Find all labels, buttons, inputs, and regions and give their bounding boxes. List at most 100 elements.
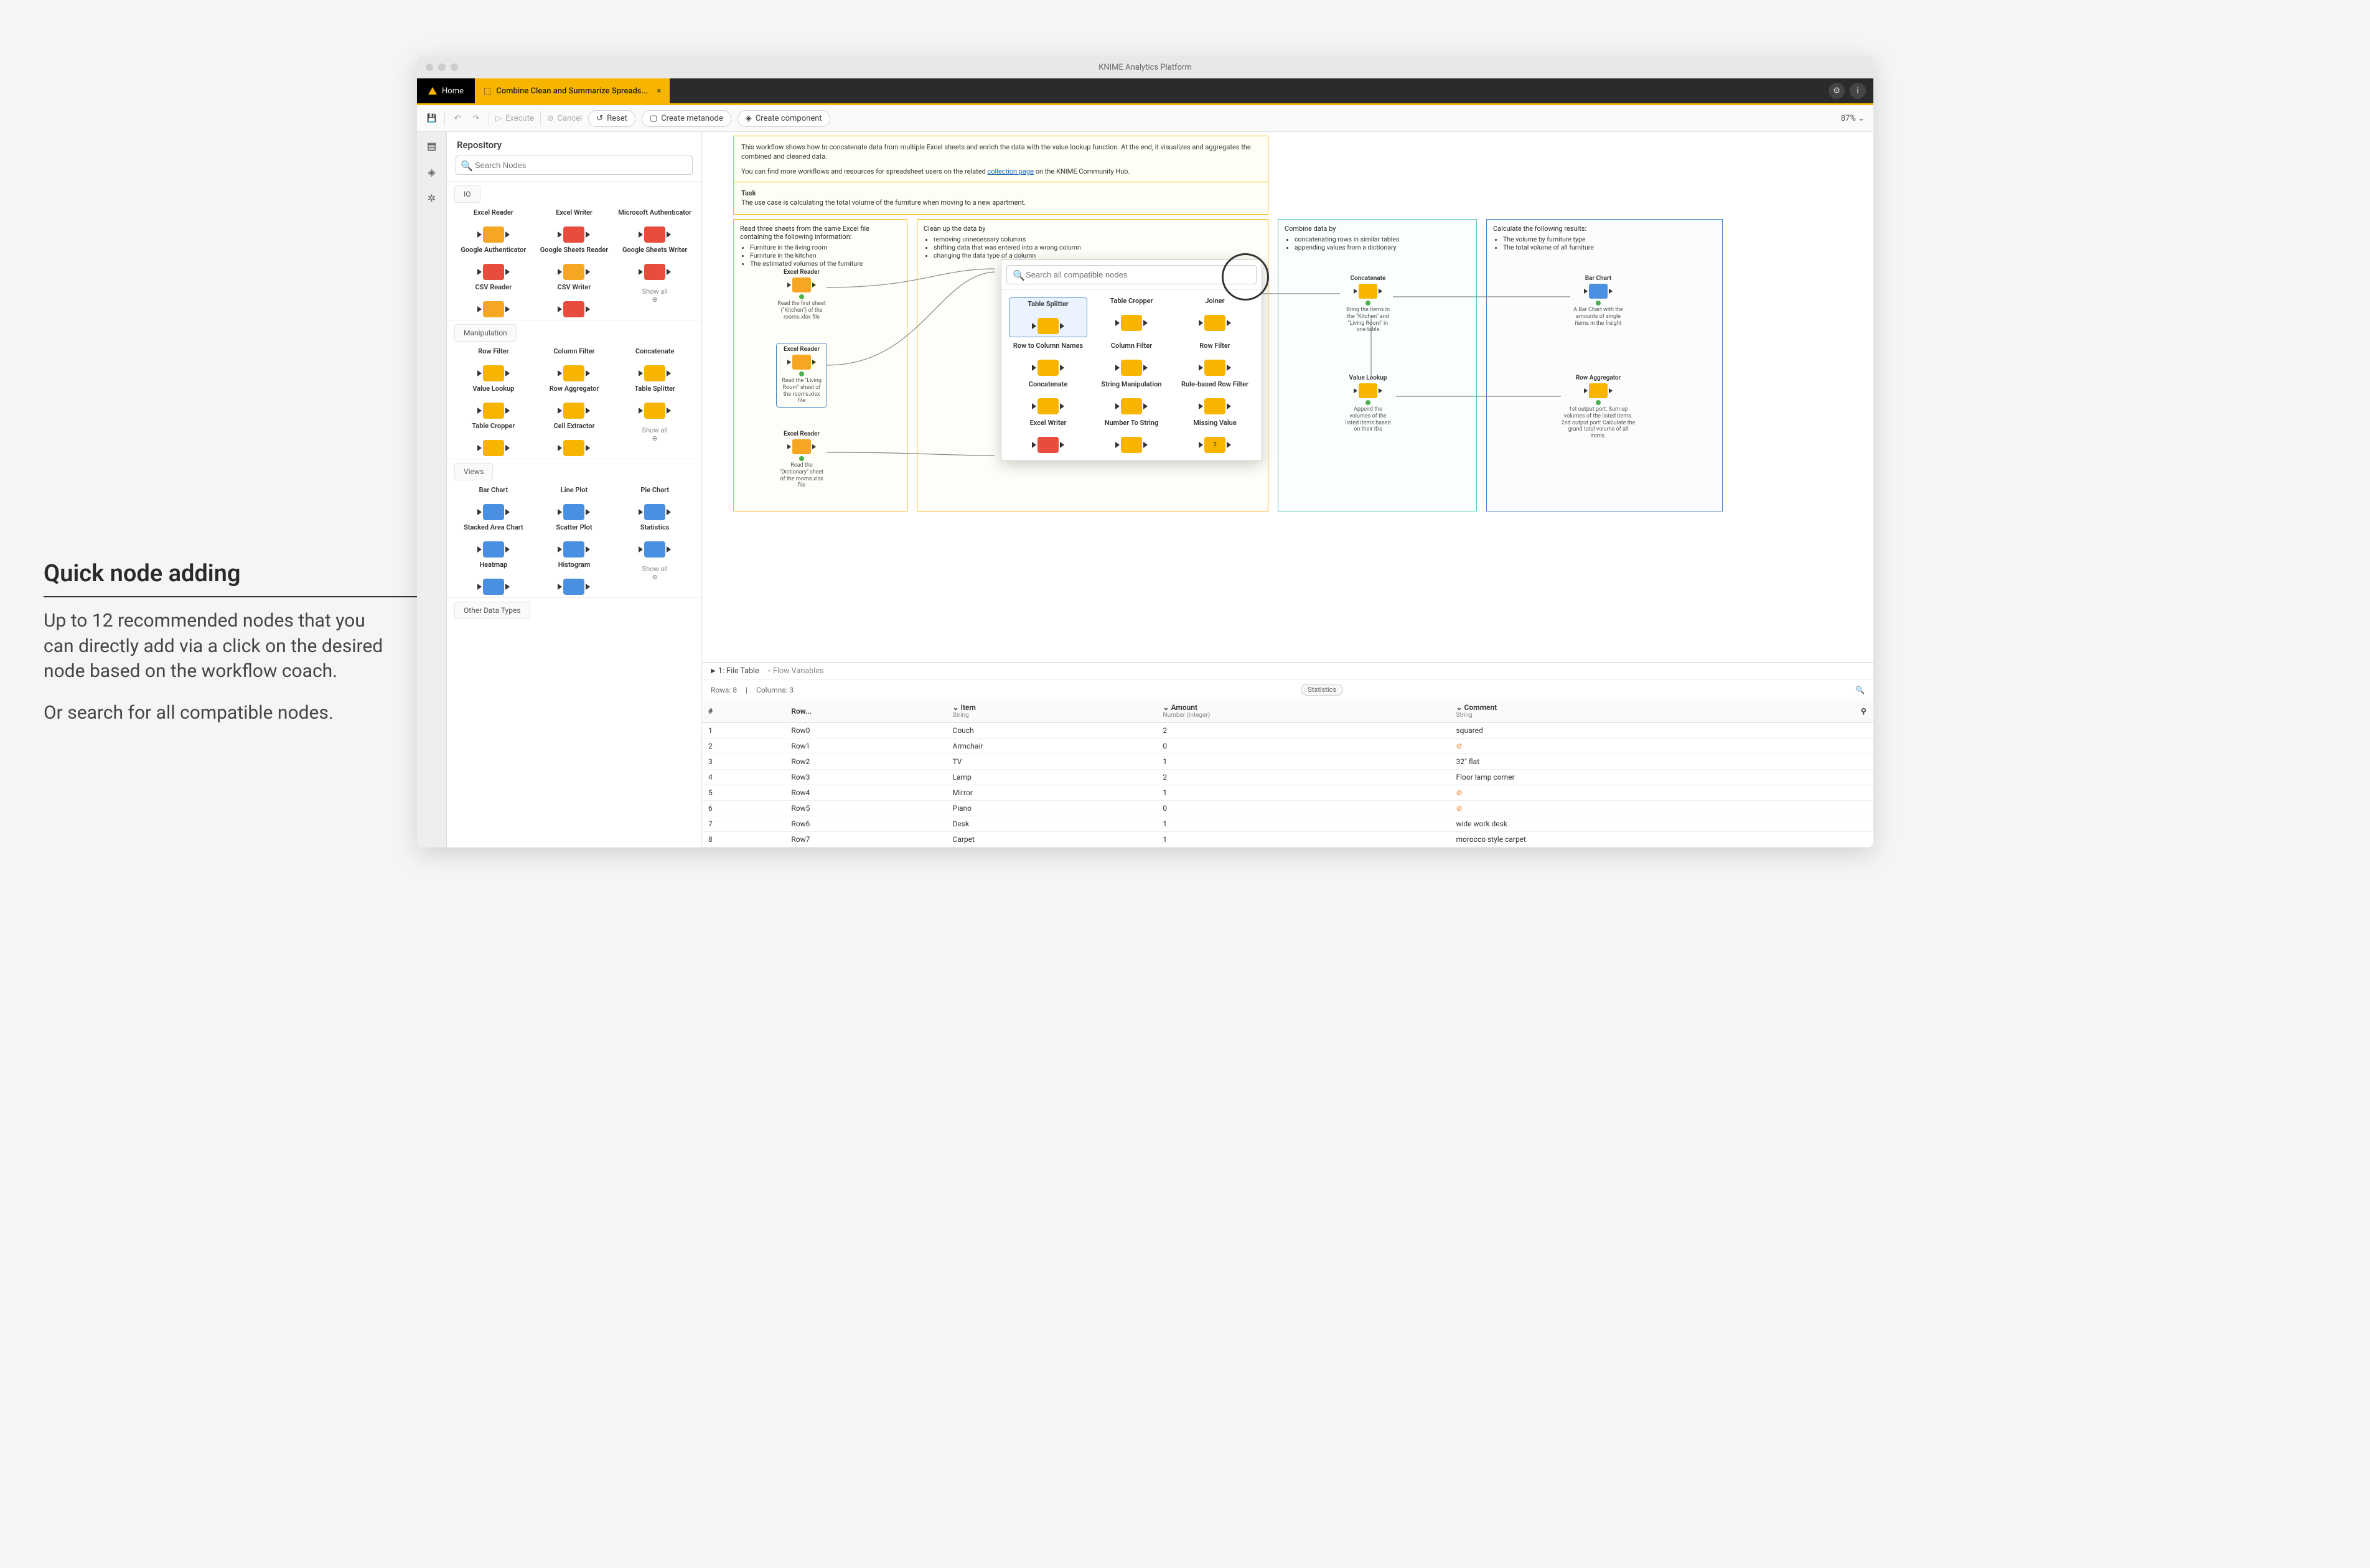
col-header[interactable]: ⌄ AmountNumber (integer) [1156,699,1450,723]
collection-link[interactable]: collection page [987,167,1034,175]
repo-node[interactable]: Row Filter [454,348,533,381]
repo-node[interactable]: Histogram [535,561,614,595]
node-bar-chart[interactable]: Bar Chart A Bar Chart with the amounts o… [1573,275,1623,327]
repo-node[interactable]: Heatmap [454,561,533,595]
repo-node[interactable]: Column Filter [535,348,614,381]
quickadd-node[interactable]: Row Filter [1176,342,1254,376]
table-row[interactable]: 7Row6Desk1wide work desk [702,816,1873,832]
section-other[interactable]: Other Data Types [454,602,530,619]
col-header[interactable]: ⌄ CommentString [1450,699,1855,723]
toolbar: 💾 ↶ ↷ ▷Execute ⊘Cancel ↺Reset ▢Create me… [417,103,1873,132]
node-row-aggregator[interactable]: Row Aggregator 1st output port: Sum up v… [1561,375,1636,440]
repo-node[interactable]: Google Authenticator [454,246,533,280]
show-all[interactable]: Show all⊕ [616,284,694,317]
repo-node[interactable]: Value Lookup [454,385,533,419]
table-search-icon[interactable]: 🔍 [1855,686,1865,694]
table-row[interactable]: 5Row4Mirror1⊘ [702,785,1873,801]
window-title: KNIME Analytics Platform [417,63,1873,72]
repo-node[interactable]: Microsoft Authenticator [616,209,694,243]
col-header[interactable]: ⌄ ItemString [947,699,1157,723]
node-concatenate[interactable]: Concatenate Bring the items in the "Kitc… [1343,275,1393,334]
quick-add-search-input[interactable] [1006,265,1257,284]
repo-node[interactable]: Stacked Area Chart [454,524,533,558]
repo-node[interactable]: Bar Chart [454,487,533,520]
rows-count: Rows: 8 [711,686,737,694]
node-value-lookup[interactable]: Value Lookup Append the volumes of the l… [1343,375,1393,433]
section-views[interactable]: Views [454,463,493,480]
node-excel-reader-3[interactable]: Excel Reader Read the "Dictionary" sheet… [777,431,827,489]
rail-hub-icon[interactable]: ◈ [424,164,439,179]
quickadd-node[interactable]: Number To String [1092,419,1171,453]
col-header[interactable]: Row... [785,699,946,723]
quickadd-node[interactable]: Concatenate [1009,381,1087,414]
repo-node[interactable]: Concatenate [616,348,694,381]
zoom-level[interactable]: 87% ⌄ [1841,114,1865,123]
save-icon[interactable]: 💾 [426,112,438,124]
filter-icon[interactable]: ⚲ [1855,699,1873,723]
col-header[interactable]: # [702,699,785,723]
window-controls[interactable] [426,63,458,71]
quickadd-node[interactable]: Joiner [1176,297,1254,337]
table-tab-flowvars[interactable]: ◦ Flow Variables [768,666,824,676]
section-combine: Combine data by concatenating rows in si… [1278,219,1477,511]
cols-count: Columns: 3 [756,686,794,694]
left-rail: ▤ ◈ ✲ [417,132,447,847]
quickadd-node[interactable]: Table Splitter [1009,297,1087,337]
quickadd-node[interactable]: Row to Column Names [1009,342,1087,376]
node-excel-reader-2[interactable]: Excel Reader Read the "Living Room" shee… [777,343,827,407]
quickadd-node[interactable]: Table Cropper [1092,297,1171,337]
repo-node[interactable]: Excel Writer [535,209,614,243]
execute-button[interactable]: ▷Execute [495,114,534,123]
create-metanode-button[interactable]: ▢Create metanode [642,110,731,127]
workflow-canvas[interactable]: This workflow shows how to concatenate d… [702,132,1873,662]
show-all[interactable]: Show all⊕ [616,422,694,456]
undo-icon[interactable]: ↶ [451,112,464,124]
repo-node[interactable]: Cell Extractor [535,422,614,456]
knime-logo-icon [428,87,437,95]
show-all[interactable]: Show all⊕ [616,561,694,595]
statistics-pill[interactable]: Statistics [1301,684,1343,696]
node-excel-reader-1[interactable]: Excel Reader Read the first sheet ("Kitc… [777,269,827,320]
repo-node[interactable]: Excel Reader [454,209,533,243]
quickadd-node[interactable]: Column Filter [1092,342,1171,376]
repo-node[interactable]: Table Splitter [616,385,694,419]
quickadd-node[interactable]: Missing Value? [1176,419,1254,453]
rail-explorer-icon[interactable]: ▤ [424,138,439,153]
table-tab-file[interactable]: ▶1: File Table [711,666,759,676]
reset-button[interactable]: ↺Reset [588,110,635,127]
table-row[interactable]: 2Row1Armchair0⊘ [702,739,1873,754]
repo-node[interactable]: CSV Reader [454,284,533,317]
repo-node[interactable]: CSV Writer [535,284,614,317]
section-manipulation[interactable]: Manipulation [454,324,517,342]
home-tab[interactable]: Home [417,78,475,103]
repo-node[interactable]: Statistics [616,524,694,558]
table-row[interactable]: 4Row3Lamp2Floor lamp corner [702,770,1873,785]
repo-node[interactable]: Google Sheets Reader [535,246,614,280]
workflow-tab[interactable]: ⬚ Combine Clean and Summarize Spreads...… [475,78,670,103]
quickadd-node[interactable]: String Manipulation [1092,381,1171,414]
table-row[interactable]: 1Row0Couch2squared [702,723,1873,739]
repo-node[interactable]: Pie Chart [616,487,694,520]
output-table-panel: ▶1: File Table ◦ Flow Variables Rows: 8 … [702,662,1873,847]
canvas-area: This workflow shows how to concatenate d… [702,132,1873,847]
repo-node[interactable]: Table Cropper [454,422,533,456]
repo-node[interactable]: Line Plot [535,487,614,520]
settings-button[interactable]: ⚙ [1829,83,1845,99]
info-button[interactable]: i [1850,83,1866,99]
quickadd-node[interactable]: Excel Writer [1009,419,1087,453]
close-tab-icon[interactable]: × [657,86,661,96]
search-input[interactable] [456,156,693,175]
repo-node[interactable]: Google Sheets Writer [616,246,694,280]
repo-node[interactable]: Scatter Plot [535,524,614,558]
create-component-button[interactable]: ◈Create component [738,110,830,127]
sidebar-search[interactable]: 🔍 [456,156,693,175]
table-row[interactable]: 6Row5Piano0⊘ [702,801,1873,816]
rail-extensions-icon[interactable]: ✲ [424,190,439,205]
repo-node[interactable]: Row Aggregator [535,385,614,419]
table-row[interactable]: 3Row2TV132" flat [702,754,1873,770]
section-io[interactable]: IO [454,185,480,203]
redo-icon[interactable]: ↷ [470,112,482,124]
cancel-button[interactable]: ⊘Cancel [547,114,582,123]
quickadd-node[interactable]: Rule-based Row Filter [1176,381,1254,414]
table-row[interactable]: 8Row7Carpet1morocco style carpet [702,832,1873,847]
